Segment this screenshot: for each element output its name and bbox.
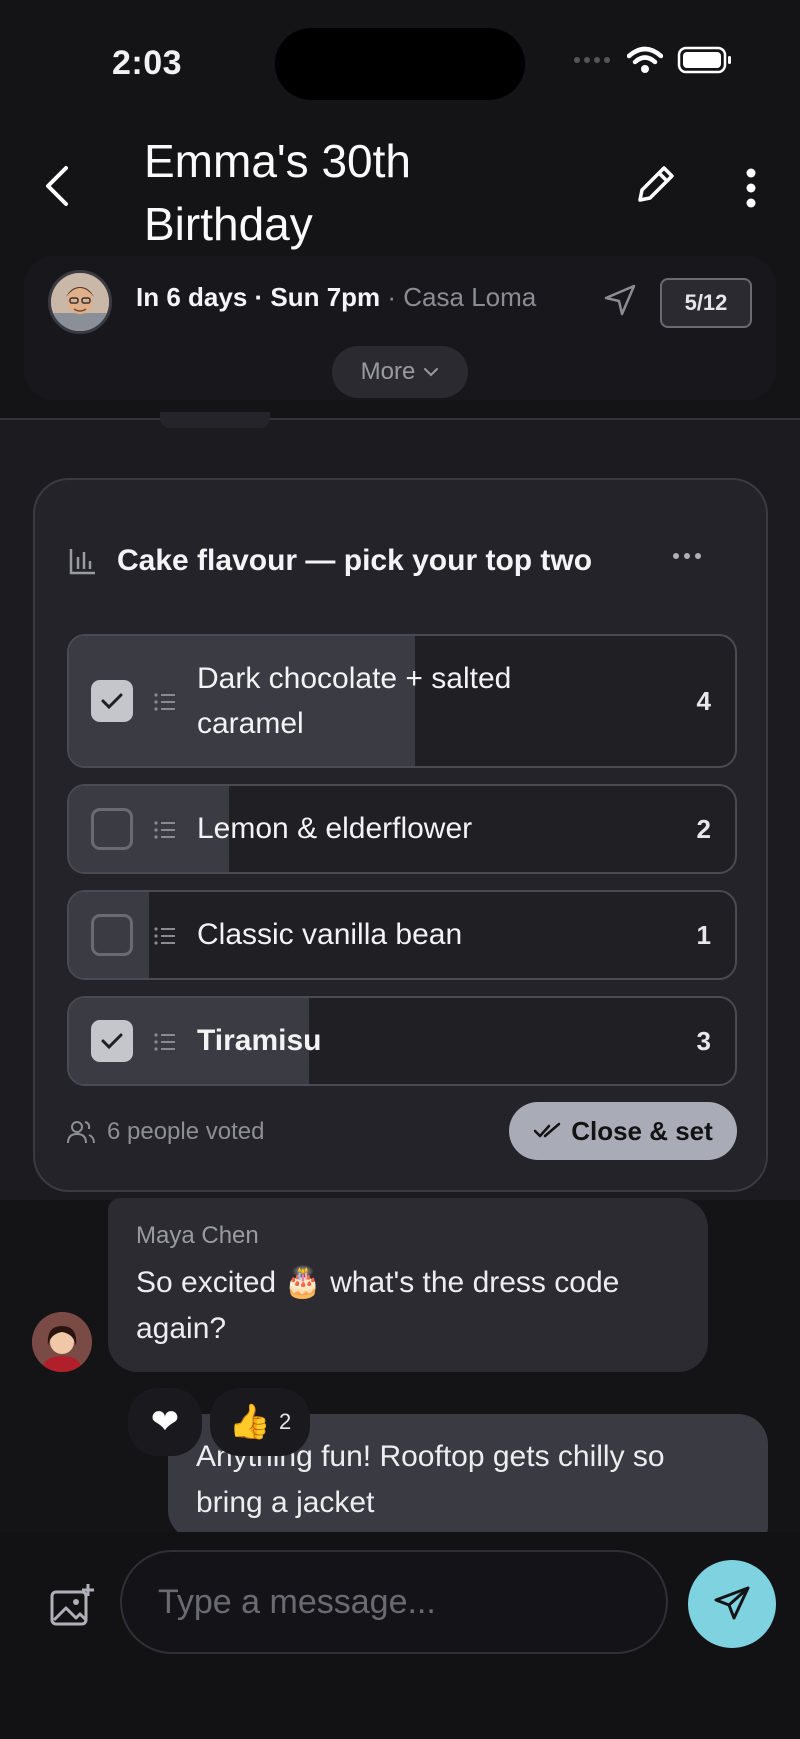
- checkmark-icon: [101, 1033, 123, 1050]
- navigation-arrow-icon[interactable]: [602, 282, 638, 318]
- maya-avatar-image: [32, 1312, 92, 1372]
- avatar[interactable]: [48, 270, 112, 334]
- more-options-button[interactable]: [736, 160, 766, 216]
- horizontal-dots-icon: [673, 553, 701, 559]
- checkbox[interactable]: [91, 914, 133, 956]
- option-label: Dark chocolate + salted caramel: [197, 662, 512, 740]
- battery-icon: [677, 46, 731, 74]
- scrolled-pill: [160, 412, 270, 428]
- status-time: 2:03: [112, 44, 183, 82]
- attendee-counter[interactable]: 5/12: [660, 278, 752, 328]
- list-handle-icon[interactable]: [153, 1030, 177, 1054]
- page-title: Emma's 30th Birthday: [144, 135, 411, 250]
- poll-chart-icon: [69, 549, 95, 575]
- chevron-left-icon: [46, 166, 68, 206]
- message-composer: [0, 1532, 800, 1739]
- signal-icon: [574, 57, 610, 63]
- message-bubble-incoming[interactable]: Maya Chen So excited 🎂 what's the dress …: [108, 1198, 708, 1372]
- poll-option[interactable]: Classic vanilla bean 1: [67, 890, 737, 980]
- list-handle-icon[interactable]: [153, 690, 177, 714]
- poll-title: Cake flavour — pick your top two: [117, 544, 593, 577]
- vertical-dots-icon: [746, 168, 756, 208]
- option-label: Tiramisu: [197, 1024, 322, 1057]
- poll-menu-button[interactable]: [667, 546, 707, 566]
- header-divider: [0, 418, 800, 420]
- checkbox[interactable]: [91, 680, 133, 722]
- message-sender: Maya Chen: [136, 1222, 259, 1249]
- option-votes: 2: [696, 814, 711, 844]
- status-bar: 2:03: [0, 0, 800, 120]
- reaction-thumbs-up[interactable]: 👍 2: [210, 1388, 310, 1456]
- avatar[interactable]: [32, 1312, 92, 1372]
- event-venue[interactable]: Casa Loma: [403, 282, 536, 312]
- back-button[interactable]: [36, 156, 76, 216]
- event-when: In 6 days · Sun 7pm: [136, 282, 381, 312]
- checkbox[interactable]: [91, 808, 133, 850]
- poll-card: Cake flavour — pick your top two Dark ch…: [33, 478, 768, 1192]
- edit-button[interactable]: [628, 156, 684, 212]
- option-label: Lemon & elderflower: [197, 812, 473, 845]
- message-input[interactable]: [120, 1550, 668, 1654]
- option-votes: 4: [696, 686, 711, 716]
- voted-count: 6 people voted: [107, 1118, 265, 1145]
- send-button[interactable]: [688, 1560, 776, 1648]
- close-poll-button[interactable]: Close & set: [509, 1102, 737, 1160]
- host-avatar-image: [51, 273, 109, 331]
- double-check-icon: [533, 1122, 561, 1138]
- message-text: So excited 🎂 what's the dress code again…: [136, 1266, 620, 1345]
- list-handle-icon[interactable]: [153, 818, 177, 842]
- list-handle-icon[interactable]: [153, 924, 177, 948]
- wifi-icon: [627, 46, 663, 73]
- thumbs-up-icon: 👍: [228, 1403, 272, 1441]
- checkbox[interactable]: [91, 1020, 133, 1062]
- more-details-button[interactable]: More: [332, 346, 468, 398]
- option-votes: 3: [696, 1026, 711, 1056]
- close-poll-label: Close & set: [571, 1115, 713, 1146]
- event-summary: In 6 days · Sun 7pm · Casa Loma 5/12 Mor…: [24, 256, 776, 400]
- option-label: Classic vanilla bean: [197, 918, 463, 951]
- heart-icon: ❤: [150, 1402, 180, 1442]
- people-icon: [67, 1121, 95, 1144]
- event-separator: ·: [380, 282, 404, 312]
- reaction-count: 2: [279, 1409, 292, 1434]
- checkmark-icon: [101, 693, 123, 710]
- pencil-icon: [638, 166, 674, 202]
- chat-header: Emma's 30th Birthday: [0, 120, 800, 260]
- more-label: More: [360, 358, 416, 385]
- poll-option[interactable]: Dark chocolate + salted caramel 4: [67, 634, 737, 768]
- chevron-down-icon: [424, 368, 439, 377]
- dynamic-island: [275, 28, 525, 100]
- send-icon: [714, 1586, 750, 1620]
- option-votes: 1: [696, 920, 711, 950]
- poll-option[interactable]: Tiramisu 3: [67, 996, 737, 1086]
- poll-option[interactable]: Lemon & elderflower 2: [67, 784, 737, 874]
- poll-voters[interactable]: 6 people voted: [67, 1118, 264, 1146]
- add-image-icon[interactable]: [48, 1582, 96, 1630]
- reaction-heart[interactable]: ❤: [128, 1388, 202, 1456]
